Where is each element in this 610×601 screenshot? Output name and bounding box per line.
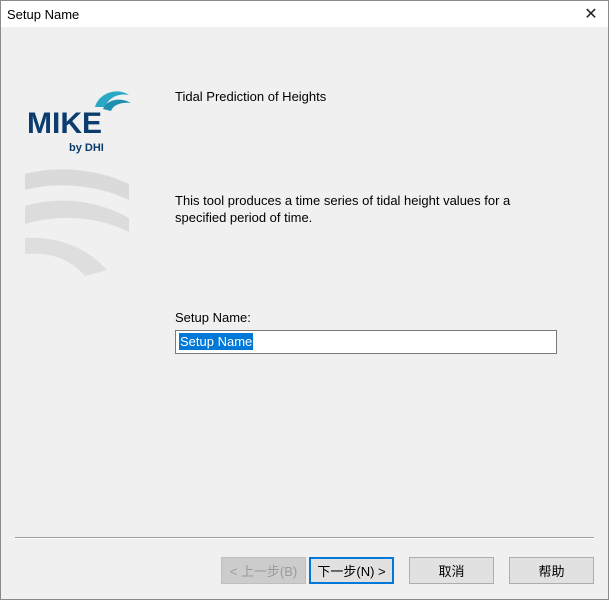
page-heading: Tidal Prediction of Heights	[175, 89, 327, 104]
close-button[interactable]: ✕	[574, 1, 608, 27]
wave-watermark	[25, 169, 129, 276]
next-button[interactable]: 下一步(N) >	[309, 557, 394, 584]
setup-name-input[interactable]: Setup Name	[175, 330, 557, 354]
cancel-button[interactable]: 取消	[409, 557, 494, 584]
setup-name-label: Setup Name:	[175, 310, 251, 325]
setup-name-value: Setup Name	[179, 333, 254, 350]
setup-dialog: Setup Name ✕ MIKE by DHI Tidal Predictio…	[0, 0, 609, 600]
title-bar: Setup Name ✕	[1, 1, 608, 27]
help-button[interactable]: 帮助	[509, 557, 594, 584]
footer-divider	[15, 537, 594, 539]
description-text: This tool produces a time series of tida…	[175, 193, 511, 225]
window-title: Setup Name	[7, 7, 80, 22]
logo-sub: by DHI	[69, 142, 104, 154]
back-button[interactable]: < 上一步(B)	[221, 557, 306, 584]
mike-logo: MIKE by DHI	[27, 91, 131, 154]
logo-brand: MIKE	[27, 107, 102, 140]
close-icon: ✕	[584, 6, 598, 23]
